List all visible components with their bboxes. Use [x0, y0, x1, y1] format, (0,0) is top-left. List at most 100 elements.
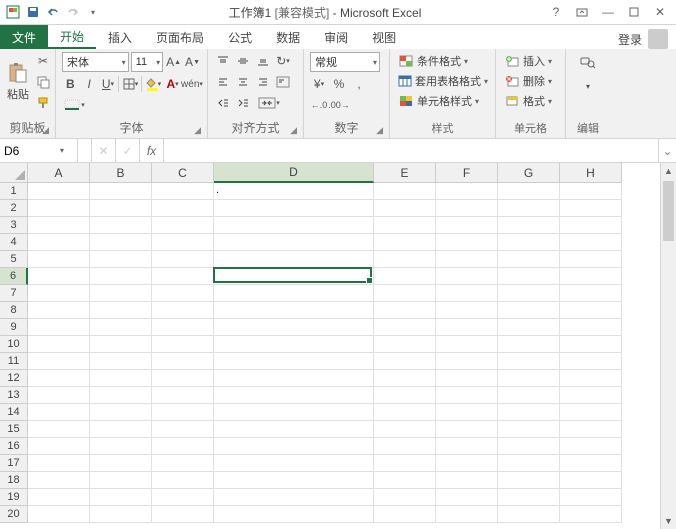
cell[interactable]: [90, 455, 152, 472]
cell[interactable]: [374, 438, 436, 455]
cell[interactable]: [374, 319, 436, 336]
name-box-dropdown-icon[interactable]: ▾: [60, 146, 64, 155]
row-header[interactable]: 17: [0, 455, 28, 472]
cell[interactable]: [214, 234, 374, 251]
cell[interactable]: [90, 183, 152, 200]
cells-area[interactable]: .: [28, 183, 660, 529]
cell[interactable]: [152, 438, 214, 455]
cell[interactable]: [90, 438, 152, 455]
cell[interactable]: [28, 455, 90, 472]
cell[interactable]: [560, 217, 622, 234]
cell[interactable]: [498, 200, 560, 217]
cell[interactable]: [214, 472, 374, 489]
name-box[interactable]: ▾: [0, 139, 78, 162]
cell[interactable]: [374, 489, 436, 506]
cell[interactable]: [436, 268, 498, 285]
clipboard-launcher-icon[interactable]: ◢: [42, 125, 49, 136]
cell[interactable]: [214, 251, 374, 268]
cell[interactable]: [90, 200, 152, 217]
select-all-button[interactable]: [0, 163, 28, 183]
cell[interactable]: [498, 404, 560, 421]
cell[interactable]: [374, 217, 436, 234]
cell[interactable]: [560, 285, 622, 302]
cell[interactable]: [498, 353, 560, 370]
scrollbar-thumb[interactable]: [663, 181, 674, 241]
cell[interactable]: [560, 370, 622, 387]
fill-color-icon[interactable]: ▾: [144, 75, 162, 93]
cell[interactable]: [374, 387, 436, 404]
cell[interactable]: [374, 234, 436, 251]
tab-view[interactable]: 视图: [360, 25, 408, 49]
cell[interactable]: [90, 387, 152, 404]
cell[interactable]: [214, 336, 374, 353]
cell[interactable]: [152, 217, 214, 234]
cell[interactable]: [214, 421, 374, 438]
cell[interactable]: [28, 336, 90, 353]
cell[interactable]: [152, 353, 214, 370]
row-header[interactable]: 16: [0, 438, 28, 455]
cell[interactable]: [374, 268, 436, 285]
cell[interactable]: [214, 455, 374, 472]
align-middle-icon[interactable]: [234, 52, 252, 70]
row-header[interactable]: 12: [0, 370, 28, 387]
font-color-icon[interactable]: A▾: [164, 75, 181, 93]
expand-formula-bar-icon[interactable]: ⌄: [658, 139, 676, 162]
cell[interactable]: [374, 302, 436, 319]
cell[interactable]: [374, 183, 436, 200]
close-icon[interactable]: ✕: [652, 4, 668, 20]
cell[interactable]: [90, 268, 152, 285]
cell[interactable]: [436, 217, 498, 234]
cell[interactable]: [436, 353, 498, 370]
name-box-input[interactable]: [4, 144, 60, 158]
cell[interactable]: [152, 455, 214, 472]
cell[interactable]: [90, 234, 152, 251]
row-header[interactable]: 15: [0, 421, 28, 438]
cell[interactable]: [498, 489, 560, 506]
align-left-icon[interactable]: [214, 73, 232, 91]
cell[interactable]: [28, 285, 90, 302]
cell[interactable]: [436, 472, 498, 489]
cell[interactable]: [214, 489, 374, 506]
column-header[interactable]: G: [498, 163, 560, 183]
cell[interactable]: [374, 353, 436, 370]
border-bottom-icon[interactable]: ▾: [62, 96, 86, 114]
cell[interactable]: [374, 455, 436, 472]
tab-page-layout[interactable]: 页面布局: [144, 25, 216, 49]
cell[interactable]: [374, 421, 436, 438]
cell[interactable]: [152, 370, 214, 387]
editing-more-icon[interactable]: ▾: [579, 77, 597, 95]
cell[interactable]: [498, 268, 560, 285]
cell[interactable]: [498, 387, 560, 404]
column-header[interactable]: H: [560, 163, 622, 183]
cell[interactable]: [436, 336, 498, 353]
cell[interactable]: [28, 268, 90, 285]
italic-icon[interactable]: I: [81, 75, 98, 93]
cell[interactable]: [560, 268, 622, 285]
decrease-indent-icon[interactable]: [214, 94, 232, 112]
row-header[interactable]: 3: [0, 217, 28, 234]
increase-indent-icon[interactable]: [234, 94, 252, 112]
cell[interactable]: [436, 404, 498, 421]
cell[interactable]: [560, 319, 622, 336]
row-header[interactable]: 11: [0, 353, 28, 370]
insert-cells-button[interactable]: 插入▾: [502, 52, 559, 70]
bold-icon[interactable]: B: [62, 75, 79, 93]
cell[interactable]: [214, 438, 374, 455]
tab-insert[interactable]: 插入: [96, 25, 144, 49]
cell[interactable]: [436, 421, 498, 438]
cell[interactable]: [28, 438, 90, 455]
cell[interactable]: [560, 404, 622, 421]
border-icon[interactable]: ▾: [121, 75, 139, 93]
align-right-icon[interactable]: [254, 73, 272, 91]
cell[interactable]: [560, 336, 622, 353]
fx-icon[interactable]: fx: [140, 139, 164, 162]
cell[interactable]: [436, 489, 498, 506]
cell[interactable]: [90, 336, 152, 353]
cell[interactable]: [498, 370, 560, 387]
alignment-launcher-icon[interactable]: ◢: [290, 125, 297, 136]
row-header[interactable]: 10: [0, 336, 28, 353]
cell[interactable]: [560, 234, 622, 251]
column-header[interactable]: E: [374, 163, 436, 183]
ribbon-options-icon[interactable]: [574, 4, 590, 20]
cell[interactable]: [214, 404, 374, 421]
